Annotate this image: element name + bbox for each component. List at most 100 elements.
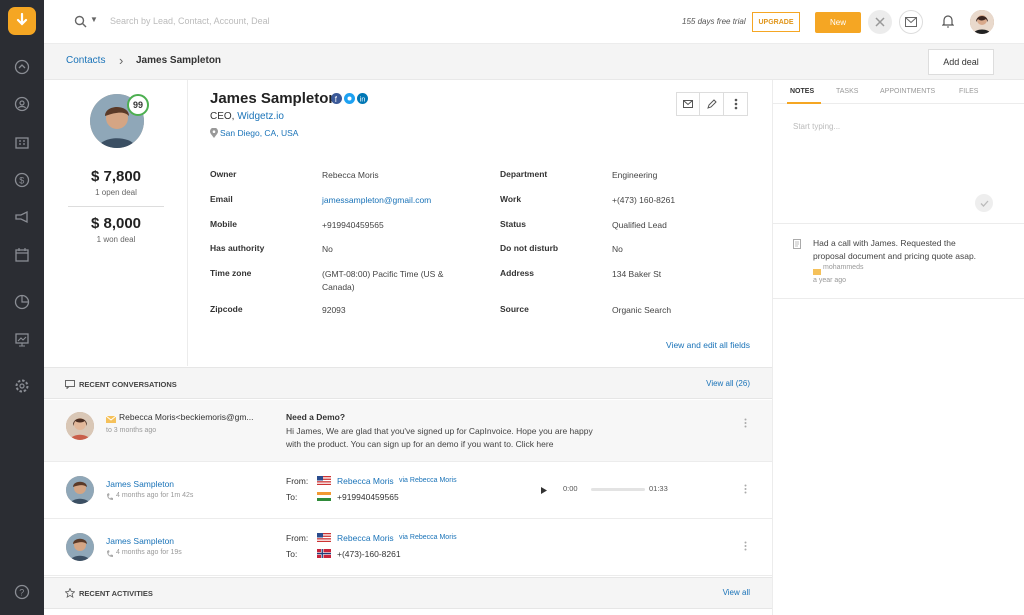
app-logo[interactable]: [8, 7, 36, 35]
nav-deals-icon[interactable]: $: [13, 171, 31, 189]
svg-text:$: $: [19, 176, 24, 186]
linkedin-icon[interactable]: in: [357, 93, 368, 107]
conversation-call-row[interactable]: James Sampleton 4 months ago for 1m 42s …: [44, 463, 772, 519]
new-button[interactable]: New: [815, 12, 861, 33]
call-meta: 4 months ago for 1m 42s: [116, 492, 194, 499]
view-all-conversations-link[interactable]: View all (26): [706, 379, 750, 388]
field-label-mobile: Mobile: [210, 219, 237, 229]
india-flag-icon: [317, 492, 331, 504]
profile-summary: 99 $ 7,800 1 open deal $ 8,000 1 won dea…: [44, 80, 188, 366]
recent-activities-header: RECENT ACTIVITIES View all: [44, 577, 772, 609]
svg-text:in: in: [360, 97, 366, 104]
contact-main-panel: 99 $ 7,800 1 open deal $ 8,000 1 won dea…: [44, 80, 772, 615]
field-label-dnd: Do not disturb: [500, 243, 559, 253]
field-value-mobile: +919940459565: [322, 220, 384, 230]
won-deal-label: 1 won deal: [96, 235, 136, 244]
tab-files[interactable]: FILES: [959, 88, 978, 95]
more-options-icon[interactable]: [724, 92, 748, 116]
field-label-address: Address: [500, 268, 535, 278]
note-card[interactable]: Had a call with James. Requested the pro…: [773, 223, 1024, 299]
search-input[interactable]: Search by Lead, Contact, Account, Deal: [110, 16, 270, 26]
tab-tasks[interactable]: TASKS: [836, 88, 858, 95]
view-all-activities-link[interactable]: View all: [723, 588, 750, 597]
star-icon: [64, 587, 76, 601]
email-body-line2: with the product. You can sign up for an…: [286, 439, 554, 449]
upgrade-button[interactable]: UPGRADE: [752, 12, 800, 32]
row-menu-icon[interactable]: [744, 484, 747, 497]
notes-panel: NOTES TASKS APPOINTMENTS FILES Start typ…: [772, 80, 1024, 615]
field-label-work: Work: [500, 194, 522, 204]
field-value-work: +(473) 160-8261: [612, 195, 676, 205]
conversation-call-row[interactable]: James Sampleton 4 months ago for 19s Fro…: [44, 520, 772, 576]
us-flag-icon: [317, 533, 331, 545]
recent-conversations-header: RECENT CONVERSATIONS View all (26): [44, 367, 772, 399]
user-avatar[interactable]: [970, 10, 994, 34]
company-link[interactable]: Widgetz.io: [237, 111, 284, 122]
search-icon[interactable]: [74, 15, 88, 32]
note-input[interactable]: Start typing...: [793, 122, 840, 131]
field-label-owner: Owner: [210, 169, 237, 179]
phone-icon[interactable]: [868, 10, 892, 34]
field-value-source: Organic Search: [612, 305, 672, 315]
conversation-icon: [65, 380, 75, 392]
call-from-name[interactable]: Rebecca Moris: [337, 533, 394, 543]
breadcrumb-current: James Sampleton: [136, 55, 222, 66]
save-note-check-icon[interactable]: [975, 194, 993, 212]
contact-location[interactable]: San Diego, CA, USA: [220, 128, 298, 138]
call-to-label: To:: [286, 549, 298, 559]
field-value-zipcode: 92093: [322, 305, 346, 315]
add-deal-button[interactable]: Add deal: [928, 49, 994, 75]
open-deal-amount: $ 7,800: [90, 168, 142, 185]
bell-icon[interactable]: [940, 12, 956, 30]
breadcrumb-contacts-link[interactable]: Contacts: [66, 55, 105, 66]
tab-notes[interactable]: NOTES: [790, 88, 814, 95]
nav-calendar-icon[interactable]: [13, 246, 31, 264]
audio-end-time: 01:33: [649, 484, 668, 493]
call-contact-name[interactable]: James Sampleton: [106, 479, 174, 489]
nav-accounts-icon[interactable]: [13, 133, 31, 151]
recent-conversations-title: RECENT CONVERSATIONS: [79, 380, 177, 389]
view-all-fields-link[interactable]: View and edit all fields: [666, 340, 750, 350]
row-menu-icon[interactable]: [744, 541, 747, 554]
active-tab-indicator: [787, 102, 821, 104]
field-value-department: Engineering: [612, 170, 658, 180]
download-arrow-icon: [16, 13, 28, 26]
field-value-authority: No: [322, 244, 333, 254]
field-value-timezone: (GMT-08:00) Pacific Time (US &: [322, 269, 444, 279]
nav-campaigns-icon[interactable]: [13, 208, 31, 226]
job-title: CEO,: [210, 111, 238, 122]
us-flag-icon: [317, 476, 331, 488]
contact-avatar-small: [66, 476, 94, 504]
tab-appointments[interactable]: APPOINTMENTS: [880, 88, 935, 95]
call-from-label: From:: [286, 533, 309, 543]
nav-settings-icon[interactable]: [13, 377, 31, 395]
email-contact-icon[interactable]: [676, 92, 700, 116]
audio-progress-bar[interactable]: [591, 488, 645, 491]
field-label-zipcode: Zipcode: [210, 304, 243, 314]
nav-dashboard-icon[interactable]: [13, 330, 31, 348]
facebook-icon[interactable]: f: [331, 93, 342, 107]
call-via: via Rebecca Moris: [399, 477, 457, 484]
row-menu-icon[interactable]: [744, 418, 747, 431]
audio-start-time: 0:00: [563, 484, 578, 493]
help-icon[interactable]: ?: [13, 583, 31, 601]
conversation-email-row[interactable]: Rebecca Moris<beckiemoris@gm... to 3 mon…: [44, 400, 772, 462]
search-dropdown-caret[interactable]: ▼: [90, 15, 98, 24]
top-bar: ▼ Search by Lead, Contact, Account, Deal…: [44, 0, 1024, 44]
lead-score-badge: 99: [127, 94, 149, 116]
play-icon[interactable]: [541, 485, 547, 497]
note-document-icon: [793, 239, 801, 252]
call-contact-name[interactable]: James Sampleton: [106, 536, 174, 546]
twitter-icon[interactable]: [344, 93, 355, 107]
email-envelope-icon: [105, 414, 117, 426]
edit-pencil-icon[interactable]: [700, 92, 724, 116]
mail-icon[interactable]: [899, 10, 923, 34]
call-from-name[interactable]: Rebecca Moris: [337, 476, 394, 486]
call-outgoing-icon: [106, 492, 114, 504]
nav-reports-icon[interactable]: [13, 293, 31, 311]
nav-home-icon[interactable]: [13, 58, 31, 76]
nav-contacts-icon[interactable]: [13, 95, 31, 113]
field-value-email[interactable]: jamessampleton@gmail.com: [322, 195, 431, 205]
contact-name: James Sampleton: [210, 90, 338, 107]
recent-activities-title: RECENT ACTIVITIES: [79, 589, 153, 598]
